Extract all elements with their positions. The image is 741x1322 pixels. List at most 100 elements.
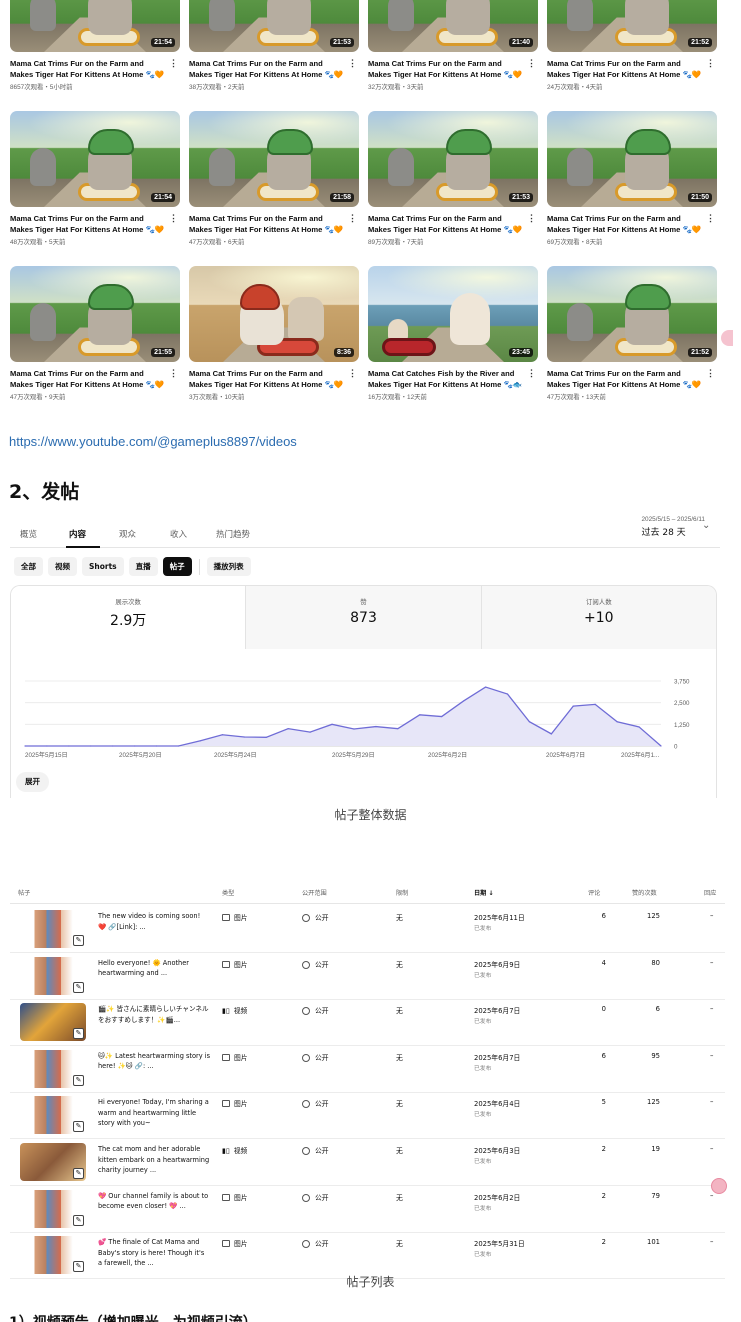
- video-card[interactable]: 21:53 Mama Cat Trims Fur on the Farm and …: [368, 111, 538, 266]
- post-visibility[interactable]: 公开: [302, 1052, 329, 1062]
- video-card[interactable]: 21:40 Mama Cat Trims Fur on the Farm and …: [368, 0, 538, 111]
- more-vert-icon[interactable]: ⋮: [169, 368, 178, 379]
- video-card[interactable]: 21:52 Mama Cat Trims Fur on the Farm and …: [547, 266, 717, 421]
- post-text[interactable]: Hi everyone! Today, I'm sharing a warm a…: [98, 1097, 210, 1131]
- video-thumbnail[interactable]: 21:53: [189, 0, 359, 52]
- edit-icon[interactable]: ✎: [73, 1168, 84, 1179]
- chip-videos[interactable]: 视频: [48, 557, 77, 576]
- video-title[interactable]: Mama Cat Trims Fur on the Farm and Makes…: [368, 58, 524, 80]
- post-thumbnail[interactable]: ✎: [20, 1236, 86, 1275]
- th-likes[interactable]: 赞的次数: [632, 888, 657, 897]
- chip-all[interactable]: 全部: [14, 557, 43, 576]
- edit-icon[interactable]: ✎: [73, 935, 84, 946]
- more-vert-icon[interactable]: ⋮: [169, 58, 178, 69]
- post-thumbnail[interactable]: ✎: [20, 1143, 86, 1181]
- post-thumbnail[interactable]: ✎: [20, 956, 86, 995]
- floating-assistant-icon[interactable]: [711, 1178, 727, 1194]
- post-visibility[interactable]: 公开: [302, 1238, 329, 1249]
- post-thumbnail[interactable]: ✎: [20, 910, 86, 948]
- th-comments[interactable]: 评论: [588, 888, 600, 897]
- more-vert-icon[interactable]: ⋮: [348, 368, 357, 379]
- video-title[interactable]: Mama Cat Trims Fur on the Farm and Makes…: [189, 213, 345, 235]
- post-thumbnail[interactable]: ✎: [20, 1049, 86, 1088]
- post-text[interactable]: 💖 Our channel family is about to become …: [98, 1191, 210, 1225]
- video-title[interactable]: Mama Cat Trims Fur on the Farm and Makes…: [189, 368, 345, 390]
- tab-overview[interactable]: 概览: [20, 528, 37, 540]
- more-vert-icon[interactable]: ⋮: [527, 213, 536, 224]
- video-title[interactable]: Mama Cat Trims Fur on the Farm and Makes…: [547, 58, 703, 80]
- table-row[interactable]: ✎ 🐱✨ Latest heartwarming story is here! ✨…: [10, 1046, 725, 1093]
- video-title[interactable]: Mama Cat Trims Fur on the Farm and Makes…: [10, 368, 166, 390]
- post-visibility[interactable]: 公开: [302, 912, 329, 922]
- video-card[interactable]: 21:58 Mama Cat Trims Fur on the Farm and …: [189, 111, 359, 266]
- video-title[interactable]: Mama Cat Trims Fur on the Farm and Makes…: [547, 368, 703, 390]
- video-card[interactable]: 21:54 Mama Cat Trims Fur on the Farm and …: [10, 0, 180, 111]
- video-card[interactable]: 21:52 Mama Cat Trims Fur on the Farm and …: [547, 0, 717, 111]
- post-text[interactable]: Hello everyone! 🌞 Another heartwarming a…: [98, 958, 210, 992]
- post-visibility[interactable]: 公开: [302, 1192, 329, 1202]
- video-title[interactable]: Mama Cat Trims Fur on the Farm and Makes…: [368, 213, 524, 235]
- post-visibility[interactable]: 公开: [302, 1005, 329, 1016]
- th-replies[interactable]: 回应: [704, 888, 716, 897]
- post-text[interactable]: 🐱✨ Latest heartwarming story is here! ✨🐱…: [98, 1051, 210, 1085]
- table-row[interactable]: ✎ Hi everyone! Today, I'm sharing a warm …: [10, 1092, 725, 1140]
- metric-impressions[interactable]: 展示次数 2.9万: [11, 586, 246, 649]
- chevron-down-icon[interactable]: ⌄: [702, 520, 710, 531]
- chip-playlists[interactable]: 播放列表: [206, 557, 251, 576]
- video-card[interactable]: 21:53 Mama Cat Trims Fur on the Farm and …: [189, 0, 359, 111]
- video-thumbnail[interactable]: 21:54: [10, 0, 180, 52]
- th-date[interactable]: 日期 ↓: [474, 888, 494, 897]
- edit-icon[interactable]: ✎: [73, 1214, 84, 1226]
- video-card[interactable]: 23:45 Mama Cat Catches Fish by the River …: [368, 266, 538, 421]
- chip-live[interactable]: 直播: [128, 557, 158, 576]
- post-visibility[interactable]: 公开: [302, 1098, 329, 1109]
- video-thumbnail[interactable]: 23:45: [368, 266, 538, 362]
- post-text[interactable]: The new video is coming soon! ❤️ 🔗[Link]…: [98, 911, 210, 945]
- chip-posts[interactable]: 帖子: [162, 557, 192, 576]
- video-title[interactable]: Mama Cat Trims Fur on the Farm and Makes…: [10, 213, 166, 235]
- video-thumbnail[interactable]: 21:55: [10, 266, 180, 362]
- th-visibility[interactable]: 公开范围: [302, 888, 327, 897]
- video-thumbnail[interactable]: 21:50: [547, 111, 717, 207]
- video-title[interactable]: Mama Cat Trims Fur on the Farm and Makes…: [189, 58, 345, 80]
- post-thumbnail[interactable]: ✎: [20, 1189, 86, 1228]
- post-visibility[interactable]: 公开: [302, 959, 329, 969]
- video-thumbnail[interactable]: 21:54: [10, 111, 180, 207]
- th-type[interactable]: 类型: [222, 888, 234, 897]
- table-row[interactable]: ✎ The new video is coming soon! ❤️ 🔗[Link…: [10, 906, 725, 953]
- more-vert-icon[interactable]: ⋮: [169, 213, 178, 224]
- th-post[interactable]: 帖子: [18, 888, 30, 897]
- video-card[interactable]: 21:54 Mama Cat Trims Fur on the Farm and …: [10, 111, 180, 266]
- side-tab-icon[interactable]: [721, 330, 733, 346]
- video-title[interactable]: Mama Cat Catches Fish by the River and M…: [368, 368, 524, 390]
- post-thumbnail[interactable]: ✎: [20, 1003, 86, 1042]
- more-vert-icon[interactable]: ⋮: [348, 58, 357, 69]
- edit-icon[interactable]: ✎: [73, 1121, 84, 1133]
- more-vert-icon[interactable]: ⋮: [706, 58, 715, 69]
- more-vert-icon[interactable]: ⋮: [527, 368, 536, 379]
- more-vert-icon[interactable]: ⋮: [706, 368, 715, 379]
- metric-subscribers[interactable]: 订阅人数 +10: [480, 586, 716, 649]
- post-thumbnail[interactable]: ✎: [20, 1096, 86, 1135]
- video-title[interactable]: Mama Cat Trims Fur on the Farm and Makes…: [10, 58, 166, 80]
- metric-likes[interactable]: 赞 873: [245, 586, 481, 649]
- table-row[interactable]: ✎ The cat mom and her adorable kitten emb…: [10, 1139, 725, 1186]
- post-text[interactable]: The cat mom and her adorable kitten emba…: [98, 1144, 210, 1178]
- table-row[interactable]: ✎ 🎬✨ 皆さんに素晴らしいチャンネルをおすすめします！✨🎬... ▮▯ 视频 公开 无 2…: [10, 999, 725, 1047]
- video-thumbnail[interactable]: 21:58: [189, 111, 359, 207]
- edit-icon[interactable]: ✎: [73, 1261, 84, 1273]
- video-thumbnail[interactable]: 21:52: [547, 0, 717, 52]
- table-row[interactable]: ✎ 💖 Our channel family is about to become…: [10, 1186, 725, 1233]
- tab-audience[interactable]: 观众: [119, 528, 136, 540]
- video-title[interactable]: Mama Cat Trims Fur on the Farm and Makes…: [547, 213, 703, 235]
- more-vert-icon[interactable]: ⋮: [527, 58, 536, 69]
- edit-icon[interactable]: ✎: [73, 981, 84, 993]
- table-row[interactable]: ✎ Hello everyone! 🌞 Another heartwarming …: [10, 953, 725, 1000]
- chip-shorts[interactable]: Shorts: [82, 557, 124, 576]
- video-thumbnail[interactable]: 21:40: [368, 0, 538, 52]
- video-card[interactable]: 8:36 Mama Cat Trims Fur on the Farm and M…: [189, 266, 359, 421]
- th-restrictions[interactable]: 限制: [396, 888, 408, 897]
- post-text[interactable]: 💕 The finale of Cat Mama and Baby's stor…: [98, 1237, 210, 1271]
- edit-icon[interactable]: ✎: [73, 1028, 84, 1040]
- expand-button[interactable]: 展开: [16, 772, 49, 792]
